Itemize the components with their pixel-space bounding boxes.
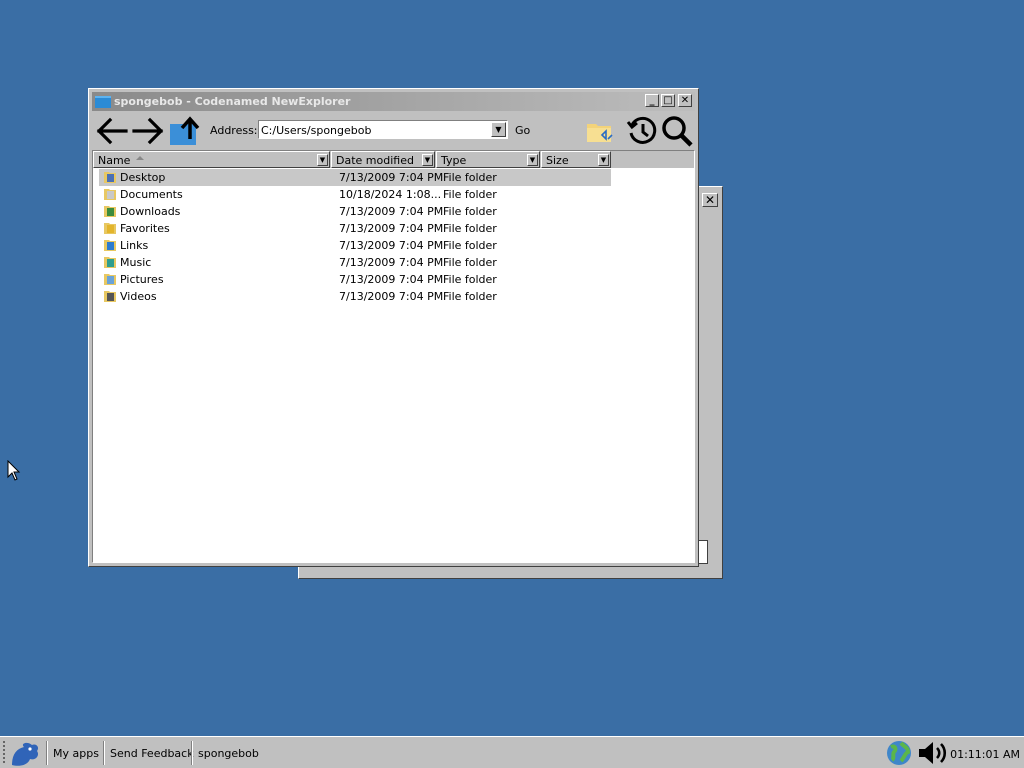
address-value: C:/Users/spongebob [261,124,372,137]
column-header-name[interactable]: Name ▼ [93,151,330,168]
column-header-type[interactable]: Type ▼ [436,151,540,168]
search-icon [662,116,693,147]
close-button[interactable]: ✕ [678,94,692,107]
window-title: spongebob - Codenamed NewExplorer [114,95,351,108]
explorer-window: spongebob - Codenamed NewExplorer _ □ ✕ … [88,88,699,567]
downloads-folder-icon [104,206,116,217]
column-headers: Name ▼ Date modified ▼ Type ▼ Size ▼ [93,151,694,168]
file-type: File folder [443,256,497,269]
file-date-modified: 7/13/2009 7:04 PM [339,273,444,286]
mouse-cursor-icon [7,460,21,481]
file-type: File folder [443,222,497,235]
background-window-scrollbar[interactable] [698,540,708,564]
file-date-modified: 7/13/2009 7:04 PM [339,256,444,269]
file-list[interactable]: Name ▼ Date modified ▼ Type ▼ Size ▼ Des… [92,150,695,563]
volume-icon [919,742,947,764]
file-date-modified: 7/13/2009 7:04 PM [339,290,444,303]
my-apps-button[interactable]: My apps [48,741,104,765]
column-size-dropdown[interactable]: ▼ [598,154,609,166]
file-date-modified: 7/13/2009 7:04 PM [339,239,444,252]
forward-button[interactable] [130,114,166,148]
taskbar: My apps Send Feedback spongebob 01:11:01… [0,736,1024,768]
column-date-dropdown[interactable]: ▼ [422,154,433,166]
file-row-downloads[interactable]: Downloads 7/13/2009 7:04 PM File folder [99,203,611,220]
toolbar: Address: C:/Users/spongebob ▼ Go [92,112,695,149]
file-name: Favorites [120,222,170,235]
back-arrow-icon [96,117,128,145]
file-type: File folder [443,290,497,303]
file-type: File folder [443,188,497,201]
column-label-date: Date modified [336,154,414,167]
start-logo-icon [3,741,39,766]
history-button[interactable] [625,114,659,148]
up-folder-icon [170,116,200,145]
file-type: File folder [443,239,497,252]
back-button[interactable] [94,114,130,148]
address-label: Address: [210,124,258,137]
file-name: Music [120,256,152,269]
background-window-close-button[interactable]: ✕ [702,193,718,207]
file-date-modified: 7/13/2009 7:04 PM [339,222,444,235]
minimize-button[interactable]: _ [645,94,659,107]
folder-sync-icon [587,124,613,142]
pictures-folder-icon [104,274,116,285]
go-button[interactable]: Go [515,124,530,137]
favorites-folder-icon [104,223,116,234]
file-date-modified: 10/18/2024 1:08... [339,188,442,201]
videos-folder-icon [104,291,116,302]
sort-ascending-icon [136,156,144,160]
sync-folder-button[interactable] [585,114,615,148]
up-button[interactable] [167,114,203,148]
file-row-videos[interactable]: Videos 7/13/2009 7:04 PM File folder [99,288,611,305]
network-button[interactable] [884,741,916,765]
column-label-type: Type [441,154,467,167]
file-name: Videos [120,290,157,303]
forward-arrow-icon [132,117,164,145]
column-label-name: Name [98,154,131,167]
file-row-music[interactable]: Music 7/13/2009 7:04 PM File folder [99,254,611,271]
clock: 01:11:01 AM [950,748,1020,761]
column-header-date[interactable]: Date modified ▼ [331,151,435,168]
column-name-dropdown[interactable]: ▼ [317,154,328,166]
desktop-folder-icon [104,172,116,183]
search-button[interactable] [660,114,694,148]
file-type: File folder [443,273,497,286]
file-date-modified: 7/13/2009 7:04 PM [339,205,444,218]
file-row-documents[interactable]: Documents 10/18/2024 1:08... File folder [99,186,611,203]
volume-button[interactable] [916,741,954,765]
title-bar[interactable]: spongebob - Codenamed NewExplorer _ □ ✕ [92,92,695,111]
column-type-dropdown[interactable]: ▼ [527,154,538,166]
history-icon [626,116,657,144]
documents-folder-icon [104,189,116,200]
column-header-size[interactable]: Size ▼ [541,151,611,168]
network-globe-icon [887,741,911,765]
column-label-size: Size [546,154,569,167]
file-type: File folder [443,205,497,218]
file-name: Links [120,239,149,252]
folder-icon [95,96,111,108]
file-row-desktop[interactable]: Desktop 7/13/2009 7:04 PM File folder [99,169,611,186]
start-button[interactable] [2,741,46,766]
file-row-pictures[interactable]: Pictures 7/13/2009 7:04 PM File folder [99,271,611,288]
file-type: File folder [443,171,497,184]
file-row-links[interactable]: Links 7/13/2009 7:04 PM File folder [99,237,611,254]
send-feedback-button[interactable]: Send Feedback [105,741,199,765]
file-date-modified: 7/13/2009 7:04 PM [339,171,444,184]
file-name: Pictures [120,273,164,286]
file-row-favorites[interactable]: Favorites 7/13/2009 7:04 PM File folder [99,220,611,237]
file-name: Downloads [120,205,181,218]
address-input[interactable]: C:/Users/spongebob ▼ [258,120,508,139]
maximize-button[interactable]: □ [661,94,675,107]
music-folder-icon [104,257,116,268]
links-folder-icon [104,240,116,251]
address-dropdown-button[interactable]: ▼ [491,122,506,137]
file-name: Desktop [120,171,166,184]
file-name: Documents [120,188,183,201]
taskbar-task-spongebob[interactable]: spongebob [193,741,264,765]
